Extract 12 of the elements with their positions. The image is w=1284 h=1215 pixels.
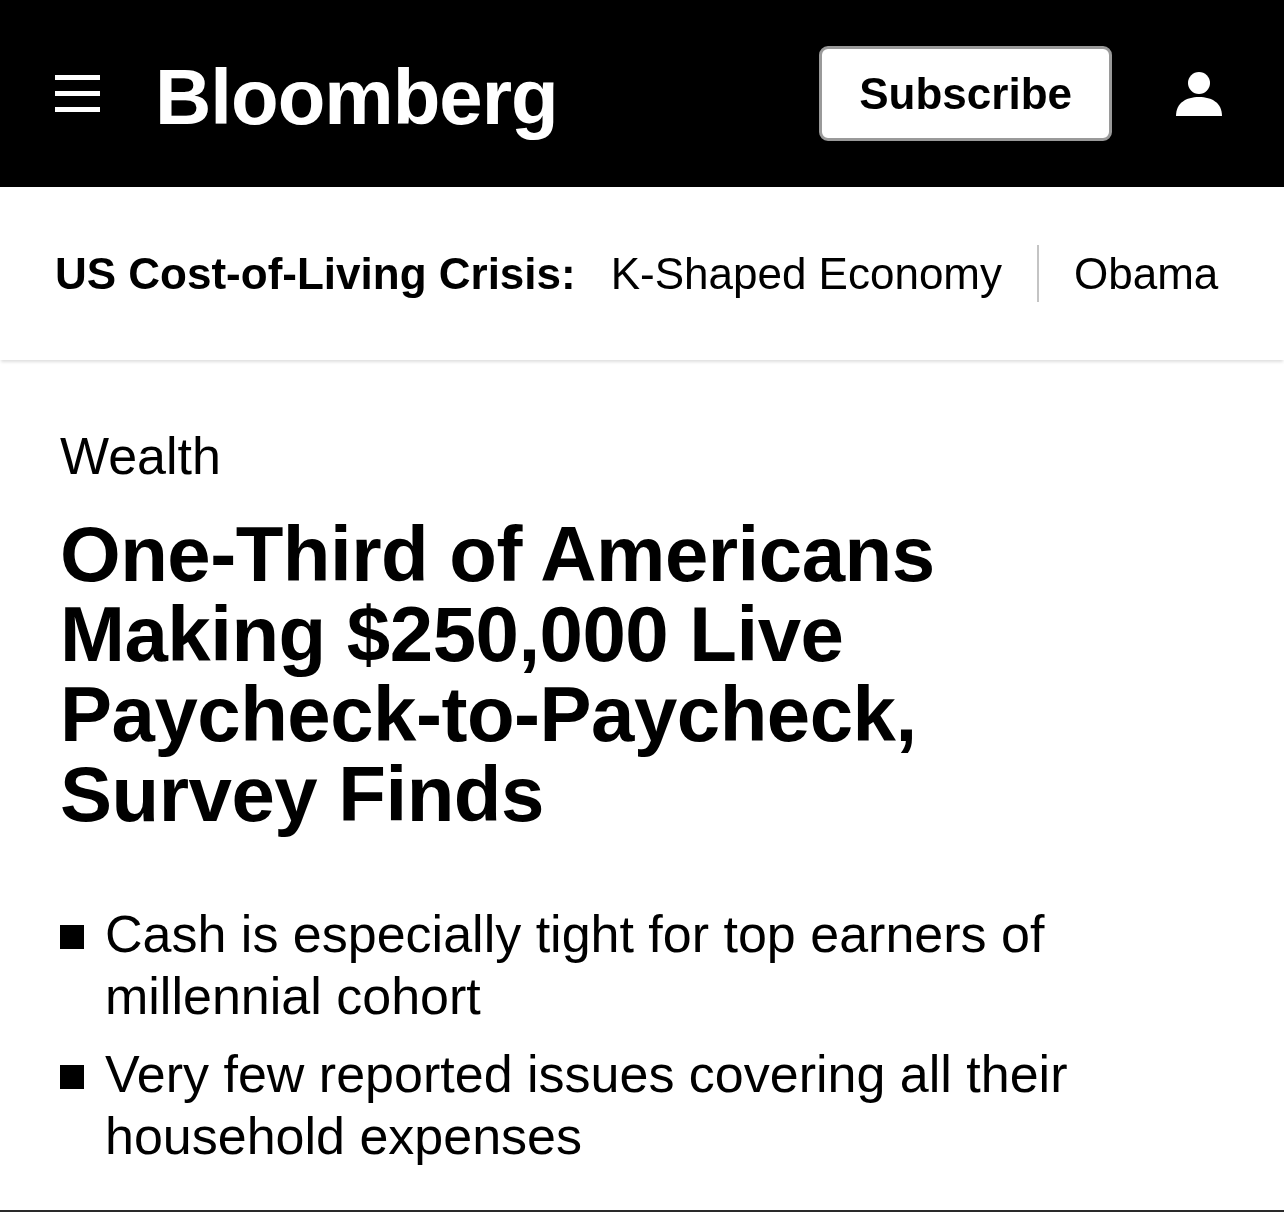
square-bullet-icon [60,925,84,949]
square-bullet-icon [60,1065,84,1089]
bullet-text: Very few reported issues covering all their household expenses [105,1044,1069,1167]
logo[interactable]: Bloomberg [155,54,558,141]
topic-link[interactable]: K-Shaped Economy [610,248,1003,299]
subscribe-button[interactable]: Subscribe [819,46,1112,141]
menu-icon[interactable] [55,75,100,112]
section-label[interactable]: Wealth [60,425,1284,487]
topic-label: US Cost-of-Living Crisis: [55,248,576,299]
topic-link[interactable]: Obama [1074,248,1219,299]
account-icon[interactable] [1176,71,1222,116]
bullet-text: Cash is especially tight for top earners of millennial cohort [105,904,1046,1027]
